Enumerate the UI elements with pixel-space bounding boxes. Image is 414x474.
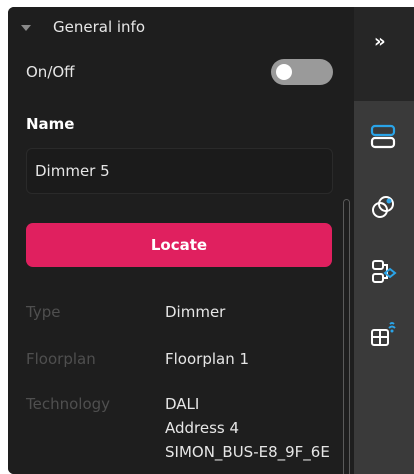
type-value: Dimmer [165, 303, 226, 321]
right-toolbar: » [354, 7, 414, 474]
properties-window: General info On/Off Name Dimmer 5 Locate… [8, 7, 414, 474]
collapse-area: » [354, 7, 414, 101]
toggle-knob [276, 64, 292, 80]
flow-icon[interactable] [368, 257, 398, 287]
floorplan-key: Floorplan [26, 350, 96, 368]
name-input[interactable]: Dimmer 5 [26, 148, 333, 194]
properties-panel: General info On/Off Name Dimmer 5 Locate… [8, 7, 354, 474]
scrollbar[interactable] [343, 199, 350, 474]
type-key: Type [26, 303, 61, 321]
floorplan-wireless-icon[interactable] [368, 319, 398, 349]
bus-id-value: SIMON_BUS-E8_9F_6E [165, 443, 330, 461]
general-info-header[interactable]: General info [21, 18, 145, 36]
collapse-chevrons-icon[interactable]: » [374, 31, 386, 52]
general-info-title: General info [53, 18, 146, 36]
address-value: Address 4 [165, 419, 240, 437]
link-icon[interactable] [368, 193, 398, 223]
devices-icon[interactable] [368, 122, 398, 152]
technology-key: Technology [26, 395, 111, 413]
onoff-label: On/Off [26, 63, 75, 81]
onoff-toggle[interactable] [271, 59, 333, 85]
name-label: Name [26, 115, 75, 133]
locate-button-label: Locate [150, 236, 208, 254]
technology-value: DALI [165, 395, 200, 413]
floorplan-value: Floorplan 1 [165, 350, 250, 368]
locate-button[interactable]: Locate [26, 223, 332, 267]
caret-down-icon[interactable] [21, 25, 31, 31]
